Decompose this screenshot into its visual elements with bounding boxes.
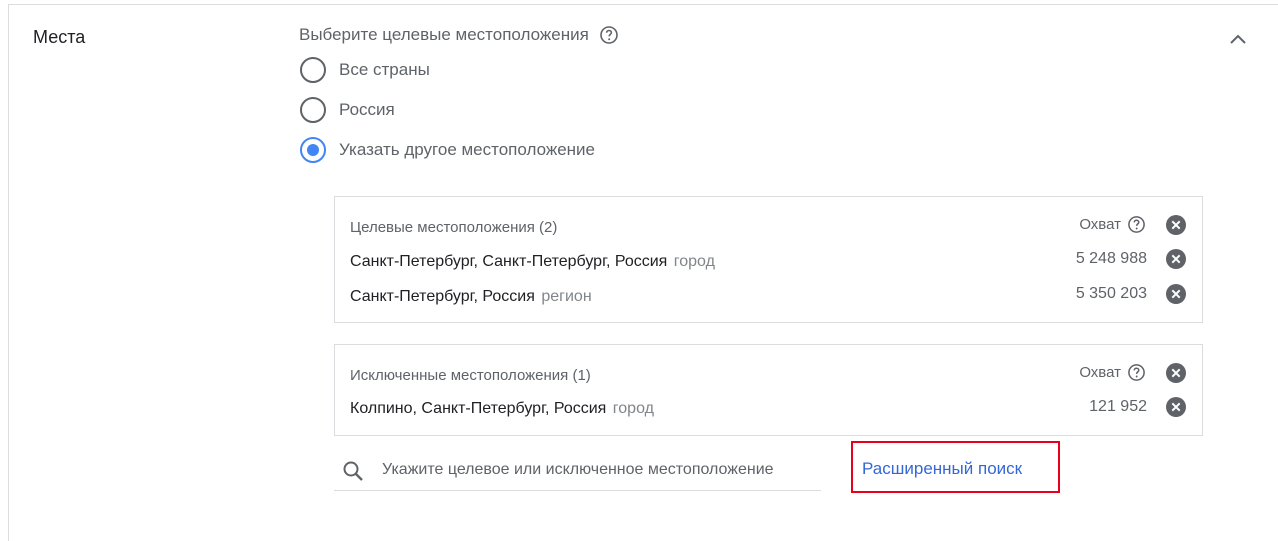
targeted-locations-panel: Целевые местоположения (2) Охват Санкт-П…	[334, 196, 1203, 323]
location-reach: 121 952	[1089, 398, 1147, 415]
radio-custom-location[interactable]: Указать другое местоположение	[300, 137, 595, 163]
reach-label: Охват	[1079, 215, 1146, 234]
excluded-locations-panel: Исключенные местоположения (1) Охват Кол…	[334, 344, 1203, 436]
reach-label: Охват	[1079, 363, 1146, 382]
radio-label: Россия	[339, 100, 395, 119]
targeted-header: Целевые местоположения (2)	[350, 219, 558, 236]
advanced-search-highlight: Расширенный поиск	[851, 441, 1060, 493]
location-name: Колпино, Санкт-Петербург, Россия	[350, 400, 607, 417]
close-circle-icon[interactable]	[1166, 284, 1186, 304]
targeting-prompt: Выберите целевые местоположения	[299, 25, 619, 45]
help-circle-icon[interactable]	[599, 25, 619, 45]
targeted-location-row: Санкт-Петербург, Санкт-Петербург, Россия…	[350, 253, 715, 271]
location-reach: 5 248 988	[1075, 250, 1147, 267]
advanced-search-link[interactable]: Расширенный поиск	[862, 459, 1022, 479]
radio-button-checked[interactable]	[300, 137, 326, 163]
chevron-up-icon[interactable]	[1226, 28, 1250, 52]
location-type: город	[612, 400, 654, 417]
help-circle-icon[interactable]	[1127, 363, 1146, 382]
location-type: регион	[541, 288, 592, 305]
location-search	[334, 450, 821, 491]
close-circle-icon[interactable]	[1166, 215, 1186, 235]
location-reach: 5 350 203	[1075, 285, 1147, 302]
close-circle-icon[interactable]	[1166, 397, 1186, 417]
close-circle-icon[interactable]	[1166, 249, 1186, 269]
targeted-location-row: Санкт-Петербург, Россия регион	[350, 288, 592, 306]
close-circle-icon[interactable]	[1166, 363, 1186, 383]
radio-russia[interactable]: Россия	[300, 97, 395, 123]
location-name: Санкт-Петербург, Санкт-Петербург, Россия	[350, 253, 668, 270]
radio-all-countries[interactable]: Все страны	[300, 57, 430, 83]
location-search-input[interactable]	[382, 458, 812, 482]
targeting-prompt-text: Выберите целевые местоположения	[299, 25, 589, 44]
location-name: Санкт-Петербург, Россия	[350, 288, 535, 305]
search-icon	[343, 461, 363, 481]
radio-button[interactable]	[300, 97, 326, 123]
radio-label: Указать другое местоположение	[339, 140, 596, 159]
section-title: Места	[33, 27, 86, 47]
location-type: город	[673, 253, 715, 270]
radio-label: Все страны	[339, 60, 430, 79]
help-circle-icon[interactable]	[1127, 215, 1146, 234]
radio-button[interactable]	[300, 57, 326, 83]
excluded-header: Исключенные местоположения (1)	[350, 367, 591, 384]
excluded-location-row: Колпино, Санкт-Петербург, Россия город	[350, 400, 654, 418]
reach-label-text: Охват	[1079, 216, 1121, 233]
reach-label-text: Охват	[1079, 364, 1121, 381]
